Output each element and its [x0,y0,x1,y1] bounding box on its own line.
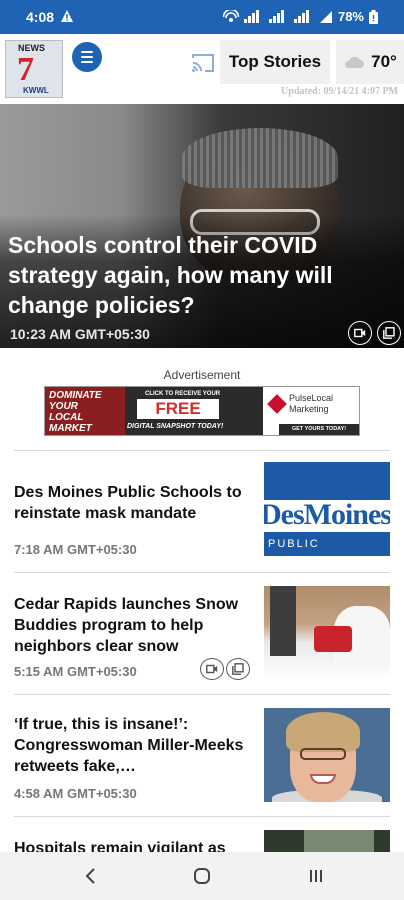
story-headline[interactable]: Cedar Rapids launches Snow Buddies progr… [14,594,254,657]
story-item[interactable]: Des Moines Public Schools to reinstate m… [0,462,404,566]
ad-headline: DOMINATE YOUR LOCAL MARKET [49,390,102,434]
gallery-button[interactable] [226,658,250,680]
logo-callsign: KWWL [23,86,49,95]
battery-percent: 78% [337,9,364,24]
story-item[interactable]: ‘If true, this is insane!’: Congresswoma… [0,708,404,808]
status-bar: 4:08 78% [0,0,404,34]
thumb-snow-door [270,586,296,656]
menu-button[interactable] [72,42,102,72]
story-thumbnail[interactable] [264,830,390,852]
story-thumbnail[interactable] [264,586,390,680]
story-time: 5:15 AM GMT+05:30 [14,664,137,679]
ad-click-text: CLICK TO RECEIVE YOUR [145,391,221,397]
ad-snapshot-text: DIGITAL SNAPSHOT TODAY! [127,423,224,430]
ad-cta: GET YOURS TODAY! [279,424,359,435]
top-stories-button[interactable]: Top Stories [220,40,330,84]
gallery-icon [232,663,244,675]
video-icon [354,328,366,338]
divider [14,450,390,451]
story-headline[interactable]: ‘If true, this is insane!’: Congresswoma… [14,714,254,777]
ad-label: Advertisement [163,368,241,382]
thumb-hosp-light [304,830,374,852]
story-thumbnail[interactable]: DesMoines PUBLIC SCHOOLS [264,462,390,556]
divider [14,572,390,573]
ad-brand-logo-icon [267,394,287,414]
story-time: 7:18 AM GMT+05:30 [14,542,137,557]
home-icon [194,868,210,884]
menu-line [81,61,93,63]
menu-line [81,51,93,53]
app-header: NEWS 7 KWWL Top Stories 70° Updated: 09/… [0,34,404,104]
story-time: 4:58 AM GMT+05:30 [14,786,137,801]
temperature: 70° [371,52,397,71]
status-icons: 78% [222,9,378,24]
cast-icon[interactable] [190,52,216,74]
warning-icon [61,10,73,22]
signal-icon-1 [268,9,284,23]
story-headline[interactable]: Des Moines Public Schools to reinstate m… [14,482,254,524]
divider [14,816,390,817]
divider [14,694,390,695]
story-headline[interactable]: Hospitals remain vigilant as [14,838,254,852]
status-time: 4:08 [26,9,55,25]
ad-line-3: LOCAL [49,412,84,423]
weather-button[interactable]: 70° [336,40,404,84]
ad-brand-line-1: PulseLocal [289,393,334,403]
logo-number: 7 [17,51,34,88]
signal-icon-3 [319,10,332,23]
hotspot-icon [222,9,239,22]
station-logo[interactable]: NEWS 7 KWWL [5,40,63,98]
recents-icon [310,870,322,882]
ad-line-4: MARKET [49,423,92,434]
ad-brand-name: PulseLocal Marketing [289,393,333,415]
cloud-icon [345,56,365,68]
hero-time: 10:23 AM GMT+05:30 [10,326,150,342]
wifi-icon [243,9,259,23]
hero-story[interactable]: Schools control their COVID strategy aga… [0,104,404,348]
back-icon [85,868,95,884]
ad-free-text: FREE [137,399,219,419]
video-button[interactable] [348,321,372,345]
video-icon [206,664,218,674]
hero-image-hair [182,128,338,188]
story-item[interactable]: Hospitals remain vigilant as [0,830,404,852]
system-nav-bar [0,852,404,900]
thumb-dm-subtitle: PUBLIC SCHOOLS [264,532,390,556]
hero-headline[interactable]: Schools control their COVID strategy aga… [8,230,388,320]
ad-line-2: YOUR [49,401,78,412]
ad-brand-line-2: Marketing [289,404,329,414]
updated-timestamp: Updated: 09/14/21 4:07 PM [281,86,398,97]
story-item[interactable]: Cedar Rapids launches Snow Buddies progr… [0,586,404,686]
thumb-face-hair [286,712,360,752]
ad-line-1: DOMINATE [49,390,102,401]
signal-icon-2 [293,9,309,23]
story-thumbnail[interactable] [264,708,390,802]
gallery-button[interactable] [377,321,401,345]
thumb-snow-blower [314,626,352,652]
battery-icon [369,9,378,24]
thumb-dm-name: DesMoines [264,498,390,531]
ad-banner[interactable]: DOMINATE YOUR LOCAL MARKET CLICK TO RECE… [44,386,360,436]
back-button[interactable] [78,864,102,888]
menu-line [81,56,93,58]
thumb-face-glasses [300,748,346,760]
thumb-dm-band [264,462,390,500]
gallery-icon [383,327,395,339]
recents-button[interactable] [304,864,328,888]
video-button[interactable] [200,658,224,680]
home-button[interactable] [190,864,214,888]
